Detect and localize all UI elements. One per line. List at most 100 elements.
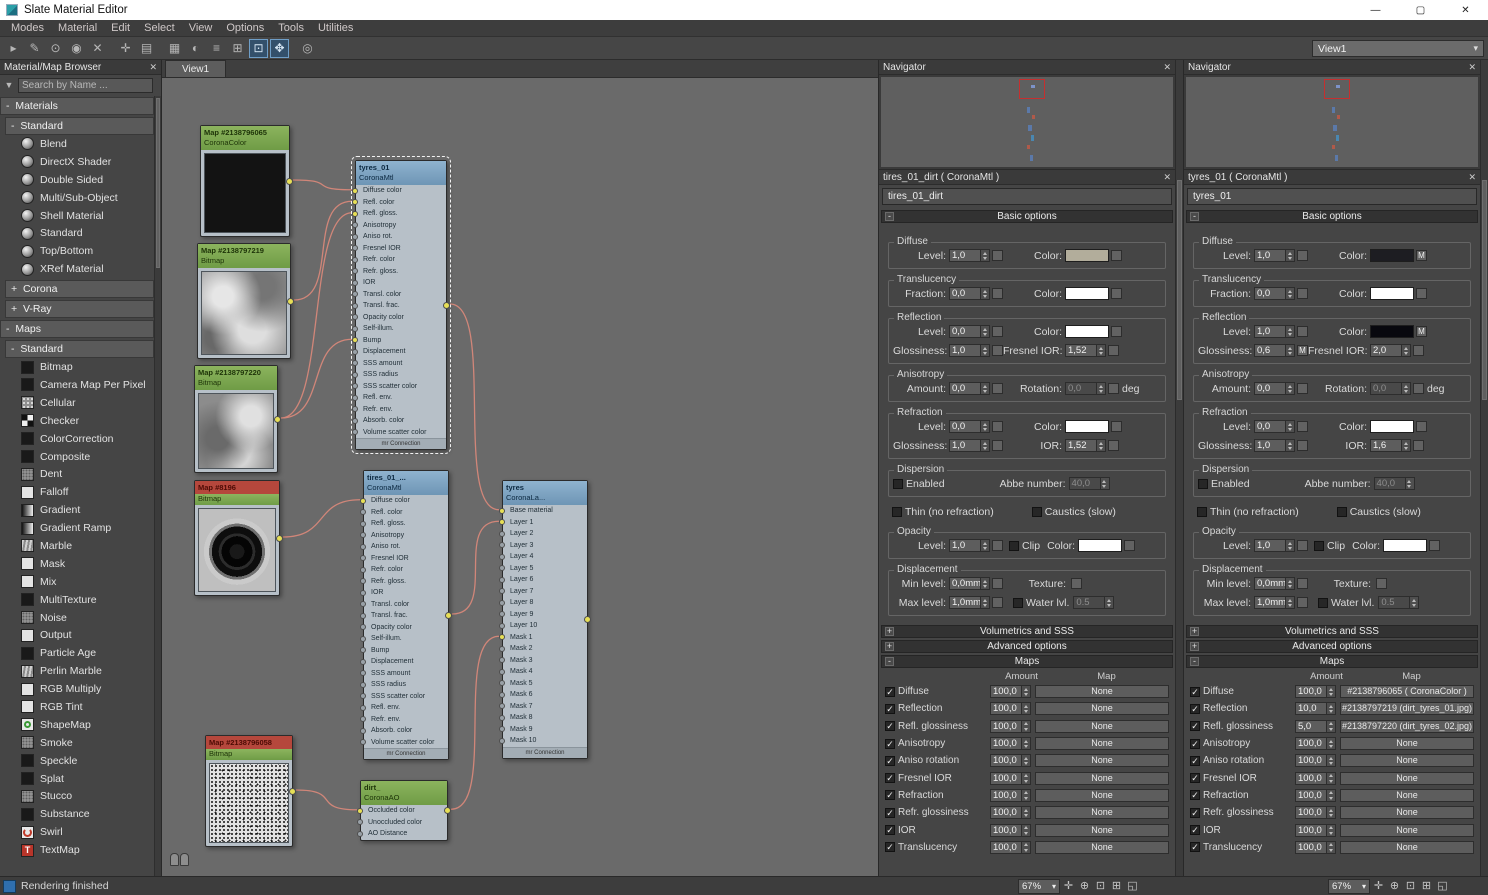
spinner-down-icon[interactable] [981, 584, 989, 590]
spinner-arrows[interactable] [1022, 737, 1031, 751]
spinner-down-icon[interactable] [1022, 692, 1030, 698]
slot-opacity-color[interactable]: Opacity color [356, 312, 446, 324]
slot-volume-scatter-color[interactable]: Volume scatter color [364, 737, 448, 749]
checkbox-ior[interactable]: ✓ [885, 825, 895, 836]
slot-sss-scatter-color[interactable]: SSS scatter color [364, 691, 448, 703]
map-button-refraction[interactable]: None [1035, 788, 1169, 802]
spinner-arrows[interactable] [1097, 344, 1106, 357]
navigator-view-rectangle[interactable] [1324, 79, 1350, 99]
layout-children-icon[interactable]: ⊞ [228, 39, 247, 58]
input-socket[interactable] [499, 680, 505, 686]
input-socket[interactable] [499, 530, 505, 537]
slot-layer-8[interactable]: Layer 8 [503, 597, 587, 609]
input-socket[interactable] [352, 291, 358, 297]
spinner-arrows[interactable] [981, 382, 990, 395]
map-slot-button[interactable] [1413, 383, 1424, 394]
map-button-reflection[interactable]: #2138797219 (dirt_tyres_01.jpg) [1340, 702, 1474, 716]
spinner[interactable]: 0,0 [949, 382, 990, 395]
node-tyres-01[interactable]: tyres_01 CoronaMtl Diffuse color Refl. colo… [351, 156, 451, 454]
map-button-aniso-rotation[interactable]: None [1035, 754, 1169, 768]
map-item-cellular[interactable]: Cellular [0, 394, 154, 412]
search-input[interactable] [18, 77, 153, 93]
material-item-xref-material[interactable]: XRef Material [0, 260, 154, 278]
spinner-arrows[interactable] [1286, 577, 1295, 590]
checkbox-water-lvl[interactable] [1318, 597, 1328, 608]
slot-self-illum[interactable]: Self-illum. [356, 323, 446, 335]
input-socket[interactable] [360, 532, 366, 538]
spinner-arrows[interactable] [1022, 719, 1031, 733]
spinner-arrows[interactable] [1327, 685, 1336, 699]
spinner-down-icon[interactable] [1286, 351, 1294, 357]
spinner[interactable]: 1,0mm [1254, 596, 1295, 609]
input-socket[interactable] [360, 693, 366, 699]
spinner[interactable]: 1,0 [949, 539, 990, 552]
input-socket[interactable] [352, 348, 358, 355]
spinner-arrows[interactable] [1286, 325, 1295, 338]
spinner-down-icon[interactable] [981, 351, 989, 357]
slot-base-material[interactable]: Base material [503, 505, 587, 517]
map-item-bitmap[interactable]: Bitmap [0, 358, 154, 376]
spinner-down-icon[interactable] [1097, 446, 1105, 452]
slot-mask-1[interactable]: Mask 1 [503, 632, 587, 644]
input-socket[interactable] [352, 337, 358, 343]
node-dirt-ao[interactable]: dirt_ CoronaAO Occluded color Unoccluded co… [357, 780, 451, 841]
spinner-arrows[interactable] [1327, 737, 1336, 751]
input-socket[interactable] [352, 314, 358, 320]
tree-group-v-ray[interactable]: + V-Ray [5, 300, 154, 319]
map-slot-button[interactable] [1376, 578, 1387, 589]
input-socket[interactable] [352, 406, 358, 412]
spinner[interactable]: 0,0 [949, 420, 990, 433]
map-button-reflection[interactable]: None [1035, 702, 1169, 716]
spinner-arrows[interactable] [1022, 823, 1031, 837]
spinner[interactable]: 100,0 [990, 771, 1031, 785]
tree-group-corona[interactable]: + Corona [5, 280, 154, 299]
spinner[interactable]: 100,0 [1295, 771, 1336, 785]
spinner[interactable]: 100,0 [990, 788, 1031, 802]
input-socket[interactable] [352, 394, 358, 401]
expand-icon[interactable]: + [885, 627, 894, 636]
slot-sss-scatter-color[interactable]: SSS scatter color [356, 381, 446, 393]
input-socket[interactable] [352, 360, 358, 366]
spinner-arrows[interactable] [1286, 344, 1295, 357]
spinner-down-icon[interactable] [981, 332, 989, 338]
input-socket[interactable] [360, 601, 366, 607]
spinner[interactable]: 100,0 [1295, 823, 1336, 837]
zoom-extents-icon[interactable]: ⊞ [1419, 879, 1434, 894]
material-item-directx-shader[interactable]: DirectX Shader [0, 153, 154, 171]
slot-mask-4[interactable]: Mask 4 [503, 666, 587, 678]
expand-icon[interactable]: + [1190, 627, 1199, 636]
spinner-arrows[interactable] [1097, 382, 1106, 395]
input-socket[interactable] [352, 233, 358, 240]
map-slot-button[interactable] [1297, 383, 1308, 394]
connection-wire[interactable] [450, 635, 500, 810]
rollout-maps[interactable]: - Maps [881, 655, 1173, 668]
spinner-arrows[interactable] [1327, 719, 1336, 733]
input-socket[interactable] [499, 691, 505, 698]
browser-scrollbar[interactable] [154, 96, 161, 876]
map-slot-button[interactable] [1413, 440, 1424, 451]
slot-aniso-rot[interactable]: Aniso rot. [364, 541, 448, 553]
spinner[interactable]: 100,0 [1295, 840, 1336, 854]
input-socket[interactable] [360, 555, 366, 561]
spinner-arrows[interactable] [981, 325, 990, 338]
input-socket[interactable] [360, 647, 366, 653]
map-slot-button[interactable] [1111, 326, 1122, 337]
slot-unoccluded-color[interactable]: Unoccluded color [361, 817, 447, 829]
checkbox-refr-glossiness[interactable]: ✓ [885, 807, 895, 818]
checkbox-refr-glossiness[interactable]: ✓ [1190, 807, 1200, 818]
zoom-icon[interactable]: ⊕ [1387, 879, 1402, 894]
slot-mask-8[interactable]: Mask 8 [503, 712, 587, 724]
map-item-smoke[interactable]: Smoke [0, 734, 154, 752]
spinner-down-icon[interactable] [1286, 332, 1294, 338]
navigator-view-rectangle[interactable] [1019, 79, 1045, 99]
map-slot-button[interactable] [992, 440, 1003, 451]
map-item-dent[interactable]: Dent [0, 465, 154, 483]
map-button-ior[interactable]: None [1340, 823, 1474, 837]
map-button-translucency[interactable]: None [1035, 840, 1169, 854]
input-socket[interactable] [360, 704, 366, 711]
slot-refr-gloss[interactable]: Refr. gloss. [364, 576, 448, 588]
input-socket[interactable] [357, 830, 363, 837]
checkbox-anisotropy[interactable]: ✓ [885, 738, 895, 749]
input-socket[interactable] [352, 199, 358, 205]
spinner-arrows[interactable] [1022, 840, 1031, 854]
